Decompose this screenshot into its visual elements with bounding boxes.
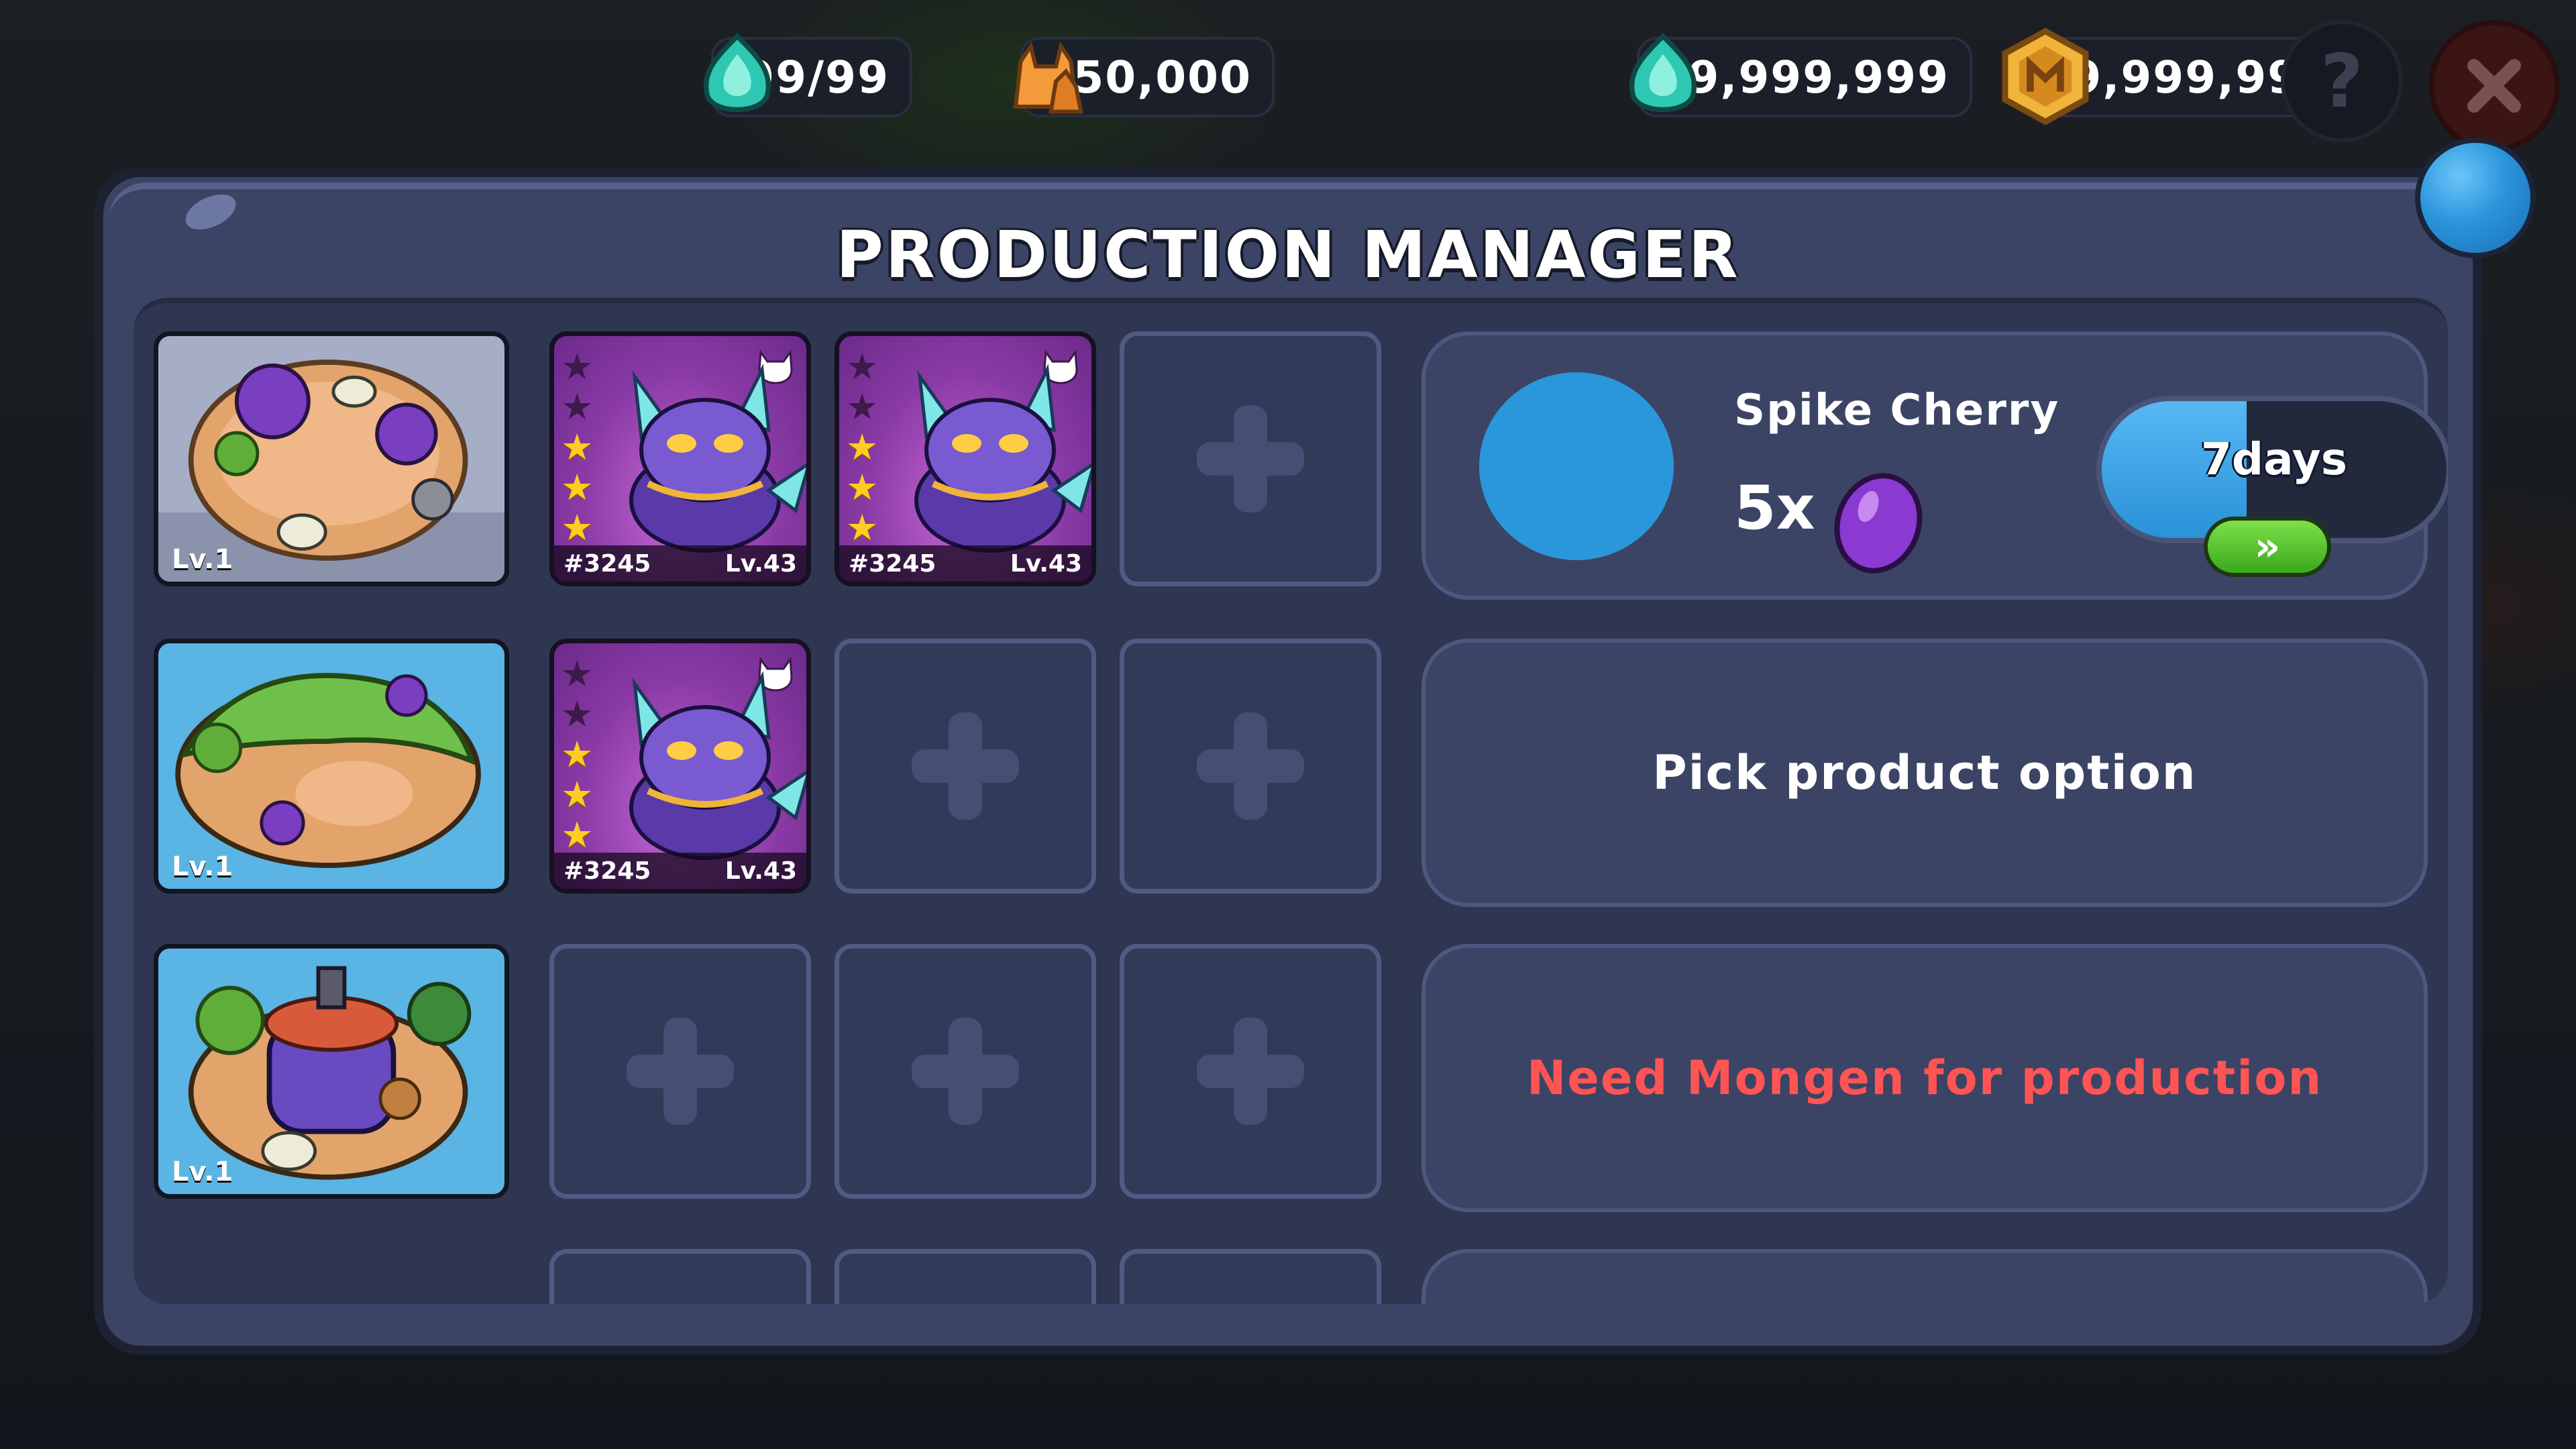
production-list[interactable]: Lv.1 ★ ★ ★ ★ ★ #3245 Lv.43 ★ ★ ★ ★ ★ #32… <box>133 298 2448 1304</box>
star-empty-icon: ★ <box>561 386 594 428</box>
help-button[interactable]: ? <box>2281 20 2403 142</box>
fast-forward-icon: » <box>2254 523 2281 570</box>
star-rating: ★ ★ ★ ★ ★ <box>561 348 593 547</box>
star-empty-icon: ★ <box>846 386 879 428</box>
blue-orb-indicator <box>2415 138 2536 258</box>
star-filled-icon: ★ <box>561 814 594 856</box>
mongen-tag: #3245 Lv.43 <box>554 545 806 582</box>
purple-egg-icon <box>1834 473 1923 574</box>
star-filled-icon: ★ <box>846 506 879 549</box>
mongen-id: #3245 <box>564 549 651 578</box>
production-status-box[interactable] <box>1421 1249 2428 1304</box>
island-thumbnail[interactable]: Lv.1 <box>154 944 509 1199</box>
plus-icon <box>1197 1018 1304 1125</box>
close-icon <box>2467 59 2521 113</box>
star-empty-icon: ★ <box>561 653 594 695</box>
star-filled-icon: ★ <box>846 466 879 508</box>
gold-m-coin-icon <box>2002 28 2089 125</box>
timer-text: 7days <box>2201 433 2347 485</box>
product-quantity: 5x <box>1734 473 1815 543</box>
panel-title: PRODUCTION MANAGER <box>836 217 1740 292</box>
island-level: Lv.1 <box>172 544 233 575</box>
mongen-card[interactable]: ★ ★ ★ ★ ★ #3245 Lv.43 <box>835 331 1096 586</box>
gems-counter: 9,999,999 <box>1629 32 1972 117</box>
star-rating: ★ ★ ★ ★ ★ <box>561 655 593 854</box>
mongen-card[interactable]: ★ ★ ★ ★ ★ #3245 Lv.43 <box>549 639 811 894</box>
empty-mongen-slot[interactable] <box>549 944 811 1199</box>
teal-crystal-icon <box>703 32 771 113</box>
teal-crystal-icon <box>1629 32 1697 113</box>
star-filled-icon: ★ <box>561 733 594 775</box>
mongen-tag: #3245 Lv.43 <box>839 545 1091 582</box>
plus-icon <box>912 712 1019 820</box>
need-mongen-message: Need Mongen for production <box>1526 1051 2323 1106</box>
product-name: Spike Cherry <box>1734 386 2060 435</box>
orange-horn-bundle-icon <box>1013 41 1084 114</box>
need-mongen-box: Need Mongen for production <box>1421 944 2428 1212</box>
star-empty-icon: ★ <box>561 693 594 735</box>
star-filled-icon: ★ <box>561 506 594 549</box>
star-empty-icon: ★ <box>561 345 594 388</box>
production-row <box>133 1249 2448 1304</box>
mongen-level: Lv.43 <box>724 857 797 885</box>
energy-counter: 99/99 <box>703 32 912 117</box>
empty-mongen-slot[interactable] <box>1120 639 1381 894</box>
pick-product-button[interactable]: Pick product option <box>1421 639 2428 907</box>
empty-mongen-slot[interactable] <box>549 1249 811 1304</box>
island-level: Lv.1 <box>172 851 233 882</box>
production-status-box[interactable]: Spike Cherry 5x 7days » <box>1421 331 2448 600</box>
island-thumbnail[interactable]: Lv.1 <box>154 331 509 586</box>
plus-icon <box>1197 405 1304 513</box>
plus-icon <box>627 1018 734 1125</box>
food-counter: 50,000 <box>1013 37 1275 117</box>
plus-icon <box>912 1018 1019 1125</box>
mongen-id: #3245 <box>564 857 651 885</box>
product-image <box>1479 372 1674 560</box>
empty-mongen-slot[interactable] <box>835 639 1096 894</box>
production-row: Lv.1 ★ ★ ★ ★ ★ <box>133 639 2448 907</box>
production-row: Lv.1 ★ ★ ★ ★ ★ <box>133 331 2448 600</box>
mongen-level: Lv.43 <box>1010 549 1082 578</box>
mongen-creature-image <box>914 364 1091 553</box>
star-rating: ★ ★ ★ ★ ★ <box>846 348 878 547</box>
star-filled-icon: ★ <box>561 426 594 468</box>
empty-mongen-slot[interactable] <box>1120 944 1381 1199</box>
empty-mongen-slot[interactable] <box>1120 1249 1381 1304</box>
question-icon: ? <box>2320 38 2363 124</box>
star-empty-icon: ★ <box>846 345 879 388</box>
pick-product-label: Pick product option <box>1652 745 2197 800</box>
mongen-tag: #3245 Lv.43 <box>554 853 806 889</box>
food-value: 50,000 <box>1073 51 1252 103</box>
gems-value: 9,999,999 <box>1688 51 1949 103</box>
speed-up-button[interactable]: » <box>2204 517 2331 577</box>
star-filled-icon: ★ <box>561 466 594 508</box>
empty-mongen-slot[interactable] <box>835 944 1096 1199</box>
star-filled-icon: ★ <box>846 426 879 468</box>
mongen-creature-image <box>629 671 806 860</box>
plus-icon <box>1197 712 1304 820</box>
island-level: Lv.1 <box>172 1157 233 1187</box>
production-row: Lv.1 Need Mongen for production <box>133 944 2448 1212</box>
island-thumbnail[interactable]: Lv.1 <box>154 639 509 894</box>
mongen-id: #3245 <box>849 549 936 578</box>
empty-mongen-slot[interactable] <box>1120 331 1381 586</box>
mongen-level: Lv.43 <box>724 549 797 578</box>
mongen-creature-image <box>629 364 806 553</box>
production-manager-panel: PRODUCTION MANAGER Lv.1 ★ ★ ★ ★ ★ #3245 … <box>94 168 2482 1355</box>
empty-mongen-slot[interactable] <box>835 1249 1096 1304</box>
close-button[interactable] <box>2428 20 2560 152</box>
star-filled-icon: ★ <box>561 773 594 816</box>
mongen-card[interactable]: ★ ★ ★ ★ ★ #3245 Lv.43 <box>549 331 811 586</box>
